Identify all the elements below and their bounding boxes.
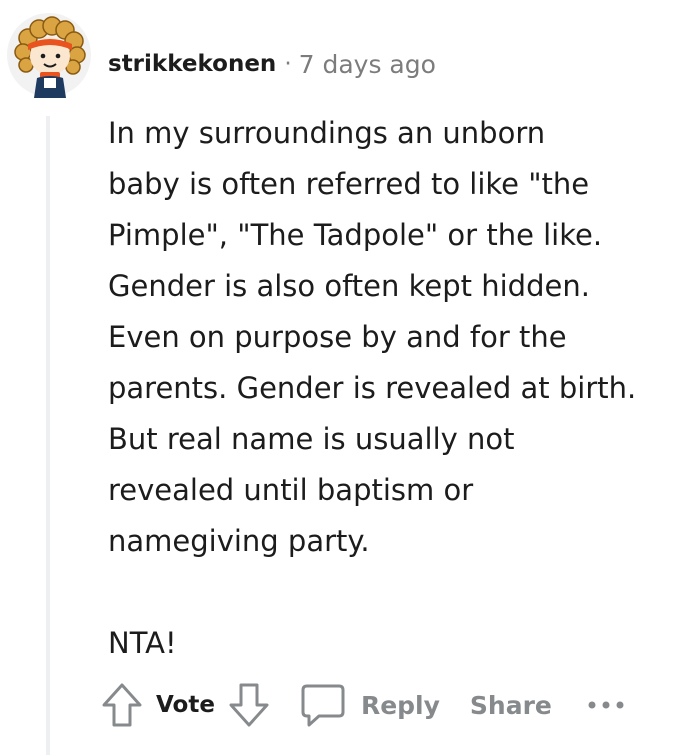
comment: strikkekonen · 7 days ago In my surround… bbox=[0, 0, 700, 755]
comment-line: revealed until baptism or bbox=[108, 473, 474, 507]
comment-line: Gender is also often kept hidden. bbox=[108, 269, 590, 303]
vote-count: Vote bbox=[156, 692, 215, 718]
comment-line: But real name is usually not bbox=[108, 422, 515, 456]
comment-line: namegiving party. bbox=[108, 524, 370, 558]
comment-body: In my surroundings an unborn baby is oft… bbox=[108, 108, 693, 669]
comment-line: NTA! bbox=[108, 626, 177, 660]
reply-button[interactable]: Reply bbox=[299, 682, 440, 728]
comment-paragraph: NTA! bbox=[108, 618, 693, 669]
comment-paragraph: In my surroundings an unborn baby is oft… bbox=[108, 108, 693, 567]
upvote-button[interactable] bbox=[100, 681, 144, 729]
comment-line: Pimple", "The Tadpole" or the like. bbox=[108, 218, 603, 252]
arrow-down-icon bbox=[229, 683, 269, 727]
thread-line[interactable] bbox=[46, 116, 50, 755]
comment-line: baby is often referred to like "the bbox=[108, 167, 590, 201]
comment-line: In my surroundings an unborn bbox=[108, 116, 546, 150]
more-options-button[interactable] bbox=[586, 698, 626, 712]
reply-label: Reply bbox=[360, 690, 440, 720]
speech-bubble-icon bbox=[301, 684, 345, 727]
comment-line: Even on purpose by and for the bbox=[108, 320, 567, 354]
comment-meta: strikkekonen · 7 days ago bbox=[108, 44, 436, 84]
comment-actions: Vote Reply Share bbox=[100, 678, 626, 732]
meta-separator: · bbox=[284, 51, 292, 77]
share-button[interactable]: Share bbox=[470, 691, 552, 720]
arrow-up-icon bbox=[102, 683, 142, 727]
username[interactable]: strikkekonen bbox=[108, 51, 276, 77]
comment-line: parents. Gender is revealed at birth. bbox=[108, 371, 637, 405]
downvote-button[interactable] bbox=[227, 681, 271, 729]
ellipsis-icon bbox=[588, 701, 624, 709]
avatar[interactable] bbox=[6, 12, 92, 98]
timestamp[interactable]: 7 days ago bbox=[299, 50, 436, 79]
